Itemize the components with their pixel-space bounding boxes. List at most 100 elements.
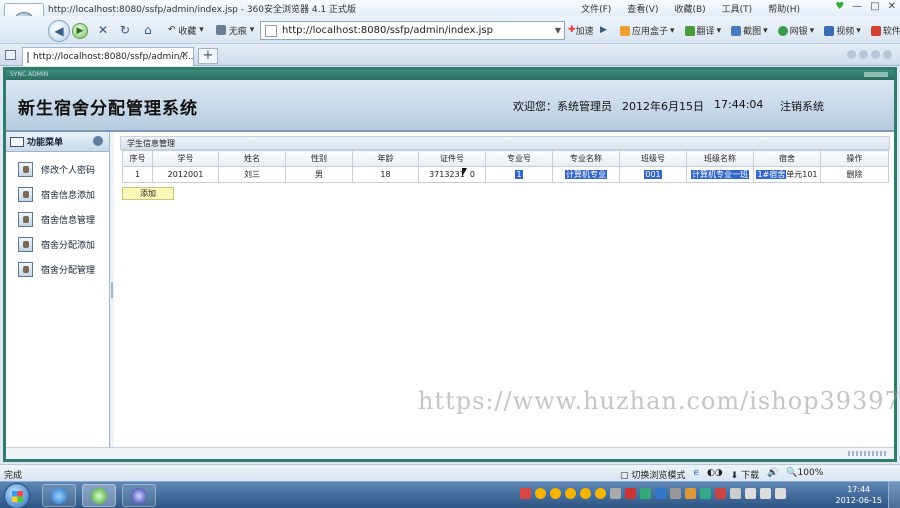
forward-button[interactable]: ▶ — [72, 23, 88, 39]
video-button[interactable]: 视频 ▾ — [824, 24, 861, 37]
accelerate-button[interactable]: ✚ 加速 — [568, 20, 594, 40]
tab-admin-index[interactable]: http://localhost:8080/ssfp/admin/i... ✕ — [22, 47, 194, 66]
tray-volume-icon[interactable] — [775, 488, 786, 499]
bank-button[interactable]: 网银 ▾ — [777, 24, 814, 37]
software-icon — [870, 25, 881, 36]
address-bar[interactable]: http://localhost:8080/ssfp/admin/index.j… — [260, 21, 565, 40]
taskbar-360-browser[interactable] — [82, 484, 116, 507]
taskbar-media[interactable] — [122, 484, 156, 507]
download-button[interactable]: ⬇ 下载 — [731, 468, 759, 481]
volume-icon[interactable]: 🔊 — [767, 468, 778, 481]
chevron-down-icon[interactable]: ▼ — [555, 26, 561, 35]
tray-flag-icon[interactable] — [745, 488, 756, 499]
table-row: 1 2012001 刘三 男 18 3713231 0 1 计算机专业 001 … — [122, 166, 889, 183]
status-tools: ▢ 切换浏览模式 e ◐◑ ⬇ 下载 🔊 🔍100% — [620, 468, 823, 481]
tab-bar: http://localhost:8080/ssfp/admin/i... ✕ … — [0, 44, 900, 66]
tray-keyboard-icon[interactable] — [610, 488, 621, 499]
translate-button[interactable]: 翻译 ▾ — [684, 24, 721, 37]
browse-mode-toggle[interactable]: ▢ 切换浏览模式 — [620, 468, 685, 481]
collapse-icon[interactable] — [93, 136, 103, 146]
navigation-toolbar: ◀ ▶ ✕ ↻ ⌂ ↶ 收藏 ▾ 无痕 ▾ http://localhost:8… — [0, 16, 900, 44]
dorm-rest: 单元101 — [786, 170, 818, 179]
system-title: 新生宿舍分配管理系统 — [18, 99, 198, 119]
tab-next-icon[interactable] — [859, 50, 868, 59]
software-button[interactable]: 软件宝库 — [870, 24, 900, 37]
tray-qq-icon[interactable] — [595, 488, 606, 499]
maximize-icon[interactable]: □ — [870, 1, 879, 12]
menu-tools[interactable]: 工具(T) — [722, 2, 753, 15]
show-desktop-button[interactable] — [888, 482, 900, 508]
tray-360-icon[interactable] — [640, 488, 651, 499]
home-icon[interactable]: ⌂ — [144, 20, 152, 40]
column-header: 学号 — [152, 150, 219, 167]
resize-grip[interactable] — [848, 451, 888, 456]
id-card-visible: 3713231 — [429, 170, 465, 179]
sidebar-item-assign-manage[interactable]: 宿舍分配管理 — [18, 261, 109, 277]
cell-student-id: 2012001 — [152, 166, 219, 183]
tab-prev-icon[interactable] — [847, 50, 856, 59]
user-icon — [18, 186, 33, 202]
close-icon[interactable]: ✕ — [888, 1, 896, 12]
column-header: 班级号 — [619, 150, 687, 167]
taskbar-clock[interactable]: 17:44 2012-06-15 — [836, 484, 883, 506]
new-tab-button[interactable]: + — [198, 48, 218, 64]
add-button[interactable]: 添加 — [122, 187, 174, 200]
sidebar-splitter[interactable] — [110, 132, 114, 450]
menu-favorites[interactable]: 收藏(B) — [674, 2, 705, 15]
tab-menu-icon[interactable] — [871, 50, 880, 59]
window-controls: ♥ — □ ✕ — [835, 1, 896, 12]
app-box-button[interactable]: 应用盒子 ▾ — [620, 24, 675, 37]
sidebar-item-dorm-add[interactable]: 宿舍信息添加 — [18, 186, 109, 202]
sidebar-item-change-password[interactable]: 修改个人密码 — [18, 161, 109, 177]
menu-help[interactable]: 帮助(H) — [768, 2, 800, 15]
refresh-icon[interactable]: ↻ — [120, 20, 130, 40]
tray-qq-icon[interactable] — [550, 488, 561, 499]
private-mode-button[interactable]: 无痕 ▾ — [216, 20, 254, 40]
tray-qq-icon[interactable] — [565, 488, 576, 499]
main-content: 学生信息管理 序号 学号 姓名 性别 年龄 证件号 专业号 专业名称 班级号 班… — [116, 132, 900, 450]
cell-gender: 男 — [285, 166, 353, 183]
screenshot-button[interactable]: 截图 ▾ — [731, 24, 768, 37]
taskbar-ie[interactable] — [42, 484, 76, 507]
private-icon — [216, 25, 226, 35]
sidebar-item-dorm-manage[interactable]: 宿舍信息管理 — [18, 211, 109, 227]
minimize-icon[interactable]: — — [852, 1, 862, 12]
menu-file[interactable]: 文件(F) — [581, 2, 611, 15]
tray-green-icon[interactable] — [700, 488, 711, 499]
tray-network-icon[interactable] — [730, 488, 741, 499]
stop-icon[interactable]: ✕ — [98, 20, 108, 40]
undo-close-button[interactable]: ↶ 收藏 ▾ — [168, 20, 204, 40]
start-button[interactable] — [4, 483, 30, 508]
zoom-control[interactable]: 🔍100% — [786, 468, 823, 481]
tab-list-icon[interactable] — [5, 50, 16, 60]
tray-qq-icon[interactable] — [580, 488, 591, 499]
tray-qq-icon[interactable] — [535, 488, 546, 499]
dorm-selected: 1#宿舍 — [756, 170, 787, 179]
delete-link[interactable]: 删除 — [847, 170, 863, 179]
sidebar-header: 功能菜单 — [6, 132, 109, 152]
go-icon[interactable]: ▶ — [600, 20, 607, 40]
cell-name: 刘三 — [218, 166, 286, 183]
tab-close-all-icon[interactable] — [883, 50, 892, 59]
tray-shield-icon[interactable] — [655, 488, 666, 499]
skin-icon[interactable]: ♥ — [835, 1, 844, 12]
tray-ime-icon[interactable] — [685, 488, 696, 499]
tray-tool-icon[interactable] — [670, 488, 681, 499]
sidebar-item-assign-add[interactable]: 宿舍分配添加 — [18, 236, 109, 252]
close-tab-icon[interactable]: ✕ — [181, 50, 189, 61]
tray-sogou-icon[interactable] — [520, 488, 531, 499]
browse-mode-label: 切换浏览模式 — [631, 471, 686, 481]
tray-antivirus-icon[interactable] — [625, 488, 636, 499]
column-header: 班级名称 — [686, 150, 754, 167]
tray-red-icon[interactable] — [715, 488, 726, 499]
engine-toggle-icon[interactable]: ◐◑ — [707, 468, 723, 481]
logout-link[interactable]: 注销系统 — [780, 98, 824, 114]
cell-action: 删除 — [820, 166, 889, 183]
back-button[interactable]: ◀ — [48, 20, 70, 42]
tray-monitor-icon[interactable] — [760, 488, 771, 499]
screenshot-label: 截图 — [743, 27, 762, 37]
menu-view[interactable]: 查看(V) — [627, 2, 658, 15]
user-icon — [18, 236, 33, 252]
clock-time: 17:44 — [847, 485, 871, 494]
ie-icon[interactable]: e — [693, 468, 699, 481]
